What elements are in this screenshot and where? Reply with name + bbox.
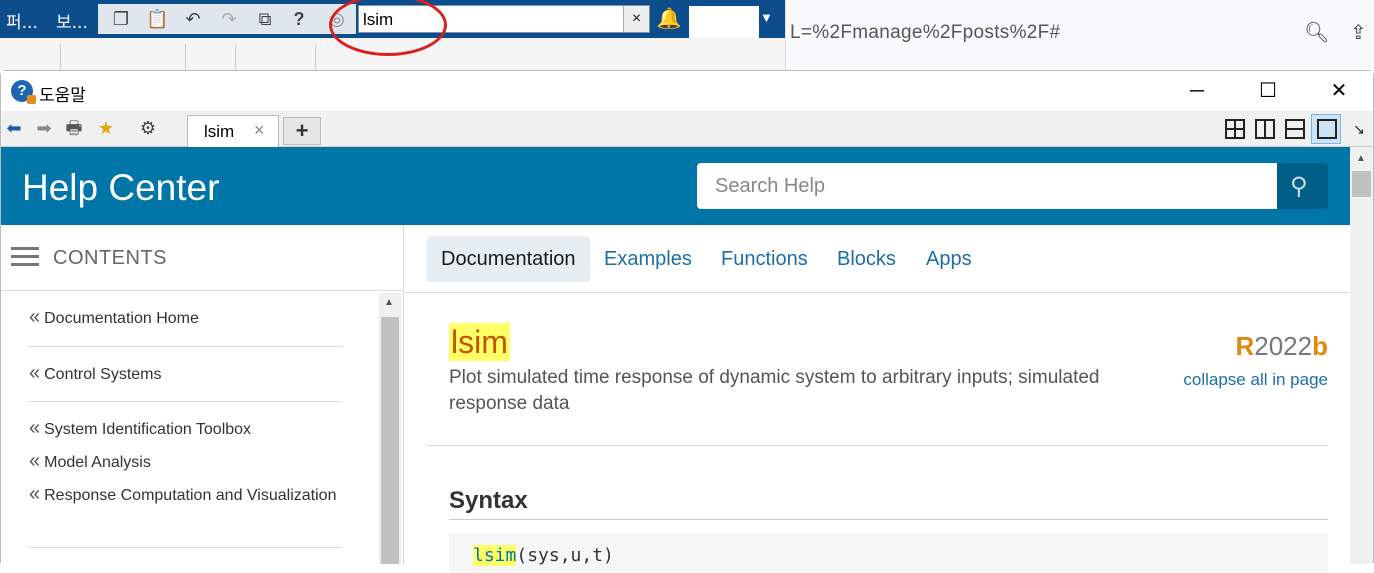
close-tab-icon[interactable]: × — [254, 120, 265, 141]
redo-icon[interactable]: ↷ — [218, 8, 240, 30]
quick-access-toolbar: ❐ 📋 ↶ ↷ ⧉ ? ◎ — [98, 4, 356, 34]
paste-icon[interactable]: 📋 — [146, 8, 168, 30]
syntax-divider — [449, 519, 1328, 520]
help-window: ? 도움말 ─ ☐ ✕ ⬅ ➡ 🖶 ★ ⚙ lsim × + ↘ Help Ce… — [0, 70, 1374, 573]
syntax-code-block: lsim(sys,u,t) — [449, 533, 1328, 573]
main-scroll-thumb[interactable] — [1352, 171, 1371, 197]
help-center-title: Help Center — [22, 167, 220, 208]
forward-arrow-icon[interactable]: ➡ — [33, 117, 55, 139]
sidebar-link-response-computation[interactable]: «Response Computation and Visualization — [29, 482, 339, 508]
toolstrip-divider — [235, 44, 236, 70]
undock-icon[interactable]: ↘ — [1353, 121, 1365, 138]
sidebar-scrollbar[interactable]: ▲ — [379, 293, 401, 564]
sidebar-link-control-systems[interactable]: «Control Systems — [29, 361, 339, 387]
sidebar-link-documentation-home[interactable]: «Documentation Home — [29, 305, 339, 331]
main-scrollbar[interactable]: ▲ — [1350, 147, 1373, 564]
syntax-heading: Syntax — [449, 487, 528, 514]
copy-icon[interactable]: ❐ — [110, 8, 132, 30]
search-button[interactable]: ⚲ — [1277, 163, 1328, 209]
search-help-placeholder: Search Help — [715, 175, 826, 197]
main-content: Documentation Examples Functions Blocks … — [405, 225, 1350, 573]
help-icon[interactable]: ? — [288, 8, 310, 30]
doc-nav-tabs: Documentation Examples Functions Blocks … — [405, 225, 1350, 293]
tab-lsim[interactable]: lsim × — [187, 115, 279, 147]
sidebar-divider — [28, 401, 342, 402]
back-arrow-icon[interactable]: ⬅ — [3, 117, 25, 139]
share-icon[interactable]: ⇪ — [1350, 20, 1374, 44]
content-divider — [427, 445, 1328, 446]
matlab-tab-2[interactable]: 보... — [56, 8, 88, 33]
sidebar-scroll-thumb[interactable] — [381, 317, 399, 564]
contents-label[interactable]: CONTENTS — [53, 247, 167, 270]
tab-documentation[interactable]: Documentation — [427, 236, 590, 282]
sidebar-divider — [28, 547, 342, 548]
bell-icon[interactable]: 🔔 — [656, 6, 682, 32]
favorites-star-icon[interactable]: ★ — [95, 117, 117, 139]
add-tab-button[interactable]: + — [283, 117, 321, 145]
page-title: lsim — [449, 323, 510, 361]
scroll-up-arrow-icon[interactable]: ▲ — [384, 297, 394, 308]
collapse-all-link[interactable]: collapse all in page — [1183, 370, 1328, 390]
layout-grid-icon[interactable] — [1225, 119, 1245, 139]
layout-single-icon — [1317, 119, 1337, 139]
minimize-button[interactable]: ─ — [1177, 77, 1217, 105]
matlab-tab-1[interactable]: 퍼... — [6, 8, 38, 33]
chevron-down-icon[interactable]: ▼ — [760, 10, 773, 25]
toolstrip-divider — [60, 44, 61, 70]
help-center-header: Help Center Search Help ⚲ — [1, 147, 1350, 225]
sidebar-link-model-analysis[interactable]: «Model Analysis — [29, 449, 339, 475]
window-title: 도움말 — [39, 86, 86, 106]
help-toolbar: ⬅ ➡ 🖶 ★ ⚙ lsim × + ↘ — [1, 111, 1373, 147]
help-titlebar: ? 도움말 ─ ☐ ✕ — [1, 71, 1373, 111]
zoom-icon[interactable]: 🔍︎ — [1304, 20, 1329, 44]
search-icon: ⚲ — [1290, 173, 1308, 200]
help-app-icon: ? — [11, 80, 36, 104]
layout-vertical-split-icon[interactable] — [1255, 119, 1275, 139]
scroll-up-arrow-icon[interactable]: ▲ — [1356, 153, 1366, 164]
toolstrip-divider — [185, 44, 186, 70]
maximize-button[interactable]: ☐ — [1248, 77, 1288, 105]
page-description: Plot simulated time response of dynamic … — [449, 367, 1100, 414]
matlab-main-window: 퍼... 보... ❐ 📋 ↶ ↷ ⧉ ? ◎ lsim × 🔔 ▼ — [0, 0, 785, 70]
tab-functions[interactable]: Functions — [707, 236, 822, 282]
tab-apps[interactable]: Apps — [912, 236, 986, 282]
print-icon[interactable]: 🖶 — [63, 117, 85, 139]
layout-single-button[interactable] — [1311, 114, 1341, 144]
browser-url[interactable]: L=%2Fmanage%2Fposts%2F# — [790, 22, 1060, 44]
release-badge: R2022b — [1235, 331, 1328, 361]
undo-icon[interactable]: ↶ — [182, 8, 204, 30]
tab-blocks[interactable]: Blocks — [823, 236, 910, 282]
tab-label: lsim — [204, 122, 235, 141]
hamburger-menu-icon[interactable] — [11, 247, 39, 267]
sidebar-divider — [28, 346, 342, 347]
toolstrip-divider — [315, 44, 316, 70]
gear-icon[interactable]: ⚙ — [137, 117, 159, 139]
switch-window-icon[interactable]: ⧉ — [254, 8, 276, 30]
contents-header: CONTENTS — [1, 225, 404, 291]
close-button[interactable]: ✕ — [1319, 77, 1359, 105]
sidebar-link-system-identification-toolbox[interactable]: «System Identification Toolbox — [29, 416, 339, 442]
search-help-input[interactable]: Search Help — [697, 163, 1277, 209]
tab-examples[interactable]: Examples — [590, 236, 706, 282]
layout-horizontal-split-icon[interactable] — [1285, 119, 1305, 139]
clear-search-button[interactable]: × — [623, 6, 649, 32]
contents-sidebar: CONTENTS «Documentation Home «Control Sy… — [1, 225, 404, 564]
